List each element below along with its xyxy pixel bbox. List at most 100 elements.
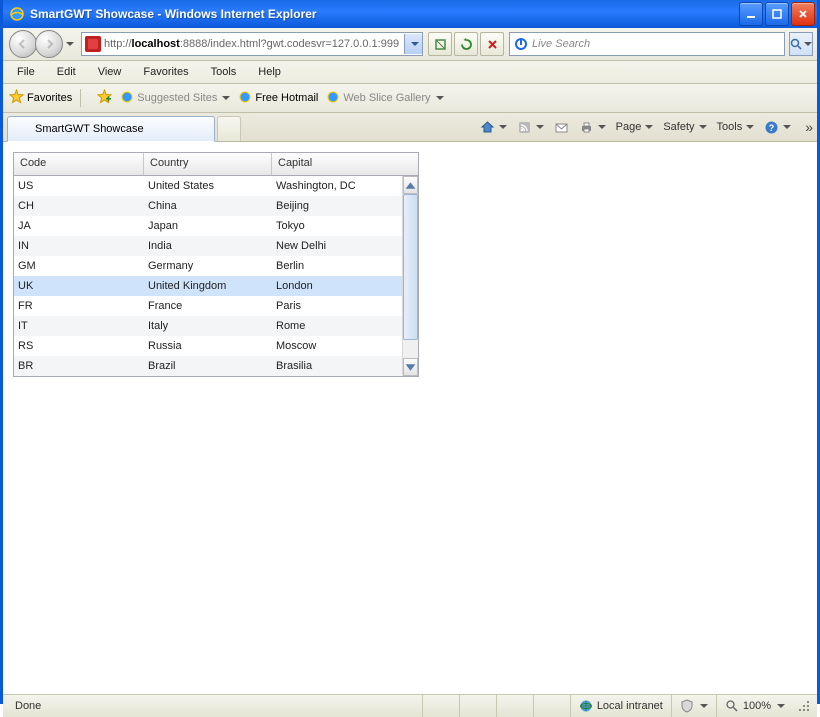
cell-code: UK xyxy=(14,280,144,292)
cell-code: BR xyxy=(14,360,144,372)
tab-bar: SmartGWT Showcase Page Safety Tools ? » xyxy=(3,113,817,142)
table-row[interactable]: RSRussiaMoscow xyxy=(14,336,402,356)
cell-country: United Kingdom xyxy=(144,280,272,292)
header-code[interactable]: Code xyxy=(14,153,144,175)
help-button[interactable]: ? xyxy=(764,120,791,135)
star-icon xyxy=(9,89,24,107)
cell-capital: Berlin xyxy=(272,260,402,272)
table-row[interactable]: UKUnited KingdomLondon xyxy=(14,276,402,296)
tools-menu[interactable]: Tools xyxy=(717,121,755,133)
protected-mode-button[interactable] xyxy=(671,695,716,717)
grid-scrollbar[interactable] xyxy=(402,176,418,376)
add-favorite-button[interactable] xyxy=(97,89,112,107)
web-slice-link[interactable]: Web Slice Gallery xyxy=(326,90,443,107)
new-tab-button[interactable] xyxy=(217,116,241,141)
zone-icon xyxy=(579,699,593,713)
table-row[interactable]: CHChinaBeijing xyxy=(14,196,402,216)
scroll-down-button[interactable] xyxy=(403,358,418,376)
back-button[interactable] xyxy=(9,30,37,58)
status-seg xyxy=(422,695,459,717)
safety-menu[interactable]: Safety xyxy=(663,121,706,133)
table-row[interactable]: GMGermanyBerlin xyxy=(14,256,402,276)
cell-country: India xyxy=(144,240,272,252)
cell-code: JA xyxy=(14,220,144,232)
shield-icon xyxy=(680,699,694,713)
cell-capital: Washington, DC xyxy=(272,180,402,192)
bing-icon xyxy=(514,37,528,51)
search-placeholder: Live Search xyxy=(532,38,590,50)
close-button[interactable] xyxy=(791,2,815,26)
command-bar: Page Safety Tools ? » xyxy=(480,119,813,135)
menu-edit[interactable]: Edit xyxy=(47,64,86,80)
menu-bar: File Edit View Favorites Tools Help xyxy=(3,61,817,84)
table-row[interactable]: JAJapanTokyo xyxy=(14,216,402,236)
table-row[interactable]: FRFranceParis xyxy=(14,296,402,316)
ie-icon xyxy=(9,6,25,22)
cell-capital: Brasilia xyxy=(272,360,402,372)
address-dropdown[interactable] xyxy=(404,34,422,54)
scroll-up-button[interactable] xyxy=(403,176,418,194)
cell-code: FR xyxy=(14,300,144,312)
status-zone[interactable]: Local intranet xyxy=(570,695,671,717)
status-bar: Done Local intranet 100% xyxy=(3,694,817,717)
grid-rows: USUnited StatesWashington, DCCHChinaBeij… xyxy=(14,176,402,376)
ie-window: SmartGWT Showcase - Windows Internet Exp… xyxy=(0,0,820,704)
cell-code: CH xyxy=(14,200,144,212)
scroll-track[interactable] xyxy=(403,194,418,358)
zoom-control[interactable]: 100% xyxy=(716,695,793,717)
feeds-button[interactable] xyxy=(517,120,544,135)
search-box[interactable]: Live Search xyxy=(509,32,785,56)
refresh-button[interactable] xyxy=(454,32,478,56)
address-bar[interactable]: http://localhost:8888/index.html?gwt.cod… xyxy=(81,32,423,56)
minimize-button[interactable] xyxy=(739,2,763,26)
table-row[interactable]: INIndiaNew Delhi xyxy=(14,236,402,256)
free-hotmail-link[interactable]: Free Hotmail xyxy=(238,90,318,107)
window-title: SmartGWT Showcase - Windows Internet Exp… xyxy=(30,7,739,21)
status-text: Done xyxy=(9,700,422,712)
menu-tools[interactable]: Tools xyxy=(201,64,247,80)
cell-country: United States xyxy=(144,180,272,192)
page-menu[interactable]: Page xyxy=(616,121,654,133)
cell-country: Italy xyxy=(144,320,272,332)
home-button[interactable] xyxy=(480,120,507,135)
scroll-thumb[interactable] xyxy=(403,194,418,340)
suggested-sites-link[interactable]: Suggested Sites xyxy=(120,90,230,107)
tab-active[interactable]: SmartGWT Showcase xyxy=(7,116,215,142)
titlebar[interactable]: SmartGWT Showcase - Windows Internet Exp… xyxy=(3,0,817,28)
resize-grip[interactable] xyxy=(797,699,811,713)
table-row[interactable]: USUnited StatesWashington, DC xyxy=(14,176,402,196)
forward-button[interactable] xyxy=(35,30,63,58)
ie-small-icon xyxy=(238,90,252,107)
nav-toolbar: http://localhost:8888/index.html?gwt.cod… xyxy=(3,28,817,61)
ie-small-icon xyxy=(326,90,340,107)
header-capital[interactable]: Capital xyxy=(272,153,418,175)
site-icon xyxy=(85,36,101,52)
cell-country: China xyxy=(144,200,272,212)
compat-view-button[interactable] xyxy=(428,32,452,56)
menu-file[interactable]: File xyxy=(7,64,45,80)
maximize-button[interactable] xyxy=(765,2,789,26)
cell-capital: Tokyo xyxy=(272,220,402,232)
search-go-button[interactable] xyxy=(789,32,813,56)
overflow-button[interactable]: » xyxy=(805,119,813,135)
print-button[interactable] xyxy=(579,120,606,135)
table-row[interactable]: ITItalyRome xyxy=(14,316,402,336)
menu-help[interactable]: Help xyxy=(248,64,291,80)
favorites-button[interactable]: Favorites xyxy=(9,89,72,107)
header-country[interactable]: Country xyxy=(144,153,272,175)
cell-country: Germany xyxy=(144,260,272,272)
tab-favicon xyxy=(16,122,30,136)
cell-capital: Rome xyxy=(272,320,402,332)
cell-capital: New Delhi xyxy=(272,240,402,252)
status-seg xyxy=(496,695,533,717)
table-row[interactable]: BRBrazilBrasilia xyxy=(14,356,402,376)
menu-favorites[interactable]: Favorites xyxy=(133,64,198,80)
read-mail-button[interactable] xyxy=(554,120,569,135)
cell-code: RS xyxy=(14,340,144,352)
cell-country: Brazil xyxy=(144,360,272,372)
stop-button[interactable] xyxy=(480,32,504,56)
cell-country: Russia xyxy=(144,340,272,352)
nav-history-dropdown[interactable] xyxy=(63,40,75,48)
menu-view[interactable]: View xyxy=(88,64,132,80)
cell-capital: Beijing xyxy=(272,200,402,212)
